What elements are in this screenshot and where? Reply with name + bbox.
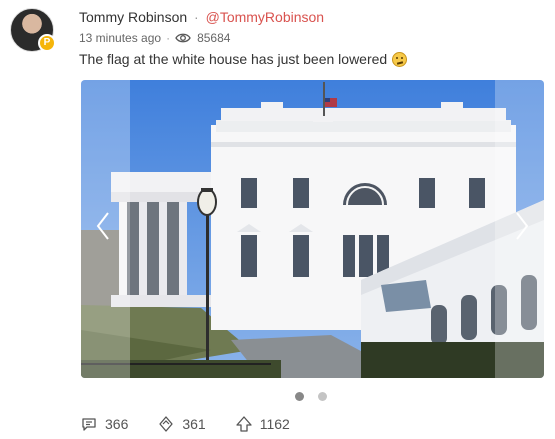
comment-button[interactable]: 366 (81, 416, 128, 432)
author-avatar[interactable]: P (10, 8, 56, 54)
carousel-indicator (295, 392, 327, 401)
post-header: Tommy Robinson · @TommyRobinson (79, 9, 324, 25)
repost-count: 361 (182, 416, 206, 432)
upvote-icon (236, 416, 252, 432)
author-handle[interactable]: @TommyRobinson (206, 9, 324, 25)
carousel-dot-2[interactable] (318, 392, 327, 401)
white-house-photo[interactable] (81, 80, 544, 378)
repost-button[interactable]: 361 (158, 416, 206, 432)
post-actions: 366 361 1162 (81, 416, 320, 432)
eye-icon (175, 33, 191, 43)
comment-icon (82, 417, 96, 431)
post-text: The flag at the white house has just bee… (79, 51, 408, 67)
chevron-right-icon[interactable] (514, 211, 530, 241)
repost-icon (159, 416, 174, 432)
carousel-dot-1[interactable] (295, 392, 304, 401)
post-body: The flag at the white house has just bee… (79, 51, 388, 67)
post-time: 13 minutes ago (79, 31, 162, 45)
verified-badge: P (38, 34, 56, 52)
view-count: 85684 (197, 31, 231, 45)
header-separator: · (194, 9, 199, 25)
confused-emoji-icon (392, 51, 408, 67)
post-image-carousel[interactable] (81, 80, 544, 378)
author-name[interactable]: Tommy Robinson (79, 9, 187, 25)
meta-separator: · (166, 31, 171, 45)
chevron-left-icon[interactable] (95, 211, 111, 241)
comment-count: 366 (105, 416, 129, 432)
upvote-count: 1162 (259, 416, 290, 432)
upvote-button[interactable]: 1162 (236, 416, 290, 432)
post-meta: 13 minutes ago · 85684 (79, 31, 230, 45)
